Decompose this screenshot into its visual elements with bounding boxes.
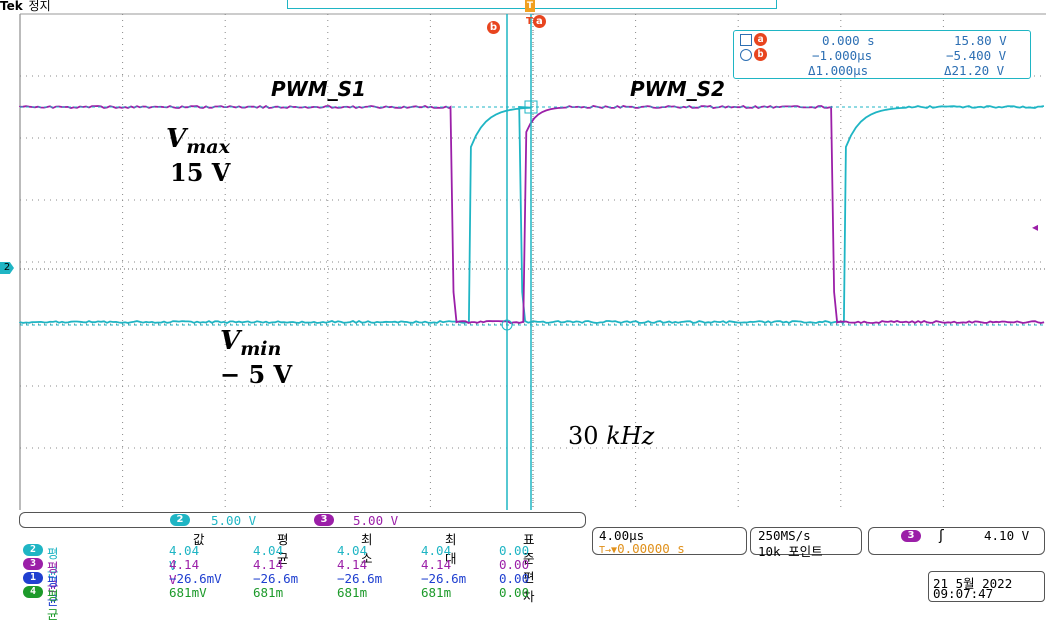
measurement-table: 값 평균 최소 최대 표준편차 2 평균 4.04 V 4.04 4.04 4.04 0.0… — [19, 528, 584, 602]
cursor-b-circle-icon — [740, 49, 752, 61]
measurement-mean: 4.14 — [253, 557, 283, 572]
ch3-badge[interactable]: 3 — [314, 514, 334, 526]
measurement-mean: −26.6m — [253, 571, 298, 586]
measurement-value: −26.6mV — [169, 571, 222, 586]
graticule — [20, 14, 1046, 510]
label-frequency: 30 kHz — [568, 422, 654, 450]
measurement-mean: 681m — [253, 585, 283, 600]
trigger-source-badge: 3 — [901, 530, 921, 542]
measurement-min: 4.14 — [337, 557, 367, 572]
measurement-type: 평균 — [47, 585, 59, 623]
time: 09:07:47 — [933, 586, 993, 601]
trigger-panel[interactable]: 3 ʃ 4.10 V — [868, 527, 1045, 555]
measurement-channel-badge[interactable]: 2 — [23, 544, 43, 556]
measurement-max: −26.6m — [421, 571, 466, 586]
acquisition-status: 정지 — [29, 0, 51, 13]
measurement-value: 681mV — [169, 585, 207, 600]
measurement-channel-badge[interactable]: 1 — [23, 572, 43, 584]
measurement-channel-badge[interactable]: 4 — [23, 586, 43, 598]
label-vmax-value: 15 V — [170, 158, 230, 187]
measurement-min: −26.6m — [337, 571, 382, 586]
cursor-b-badge: b — [754, 48, 767, 61]
measurement-std: 0.00 — [499, 543, 529, 558]
measurement-channel-badge[interactable]: 3 — [23, 558, 43, 570]
cursor-a-marker[interactable]: Ta — [526, 15, 546, 28]
record-length: 10k 포인트 — [758, 541, 823, 560]
acquisition-panel[interactable]: 250MS/s 10k 포인트 — [750, 527, 862, 555]
trigger-slope-icon: ʃ — [939, 528, 944, 544]
trigger-position-marker[interactable]: T — [525, 0, 535, 12]
brand-logo: Tek — [0, 0, 23, 13]
cursor-b-marker[interactable]: b — [487, 15, 500, 34]
measurement-mean: 4.04 — [253, 543, 283, 558]
ch2-badge[interactable]: 2 — [170, 514, 190, 526]
label-pwm-s1: PWM_S1 — [271, 77, 366, 101]
measurement-std: 0.00 — [499, 557, 529, 572]
channel-scale-bar: 2 5.00 V 3 5.00 V — [19, 512, 586, 528]
scope-header: Tek 정지 — [0, 0, 60, 14]
ch2-scale[interactable]: 5.00 V — [211, 513, 256, 528]
cursor-readout-panel: a 0.000 s 15.80 V b −1.000μs −5.400 V Δ1… — [733, 30, 1031, 79]
cursor-a-square-icon — [740, 34, 752, 46]
label-vmin-value: − 5 V — [220, 360, 292, 389]
datetime-panel: 21 5월 2022 09:07:47 — [928, 571, 1045, 602]
cursor-a-value: 15.80 V — [954, 33, 1007, 48]
measurement-max: 4.14 — [421, 557, 451, 572]
ch3-scale[interactable]: 5.00 V — [353, 513, 398, 528]
trigger-level-arrow[interactable]: ◂ — [1032, 221, 1038, 233]
label-pwm-s2: PWM_S2 — [630, 77, 725, 101]
cursor-delta-time: Δ1.000μs — [808, 63, 868, 78]
cursor-delta-value: Δ21.20 V — [944, 63, 1004, 78]
timebase-position: T→▼0.00000 s — [599, 541, 685, 556]
cursor-b-value: −5.400 V — [946, 48, 1006, 63]
measurement-min: 681m — [337, 585, 367, 600]
measurement-max: 681m — [421, 585, 451, 600]
label-vmax: Vmax — [166, 124, 230, 158]
measurement-max: 4.04 — [421, 543, 451, 558]
cursor-b-time: −1.000μs — [812, 48, 872, 63]
cursor-a-badge: a — [754, 33, 767, 46]
measurement-min: 4.04 — [337, 543, 367, 558]
timebase-panel[interactable]: 4.00μs T→▼0.00000 s — [592, 527, 747, 555]
label-vmin: Vmin — [220, 326, 281, 360]
trigger-level: 4.10 V — [984, 528, 1029, 543]
cursor-a-time: 0.000 s — [822, 33, 875, 48]
measurement-std: 0.00 — [499, 571, 529, 586]
measurement-std: 0.00 — [499, 585, 529, 600]
